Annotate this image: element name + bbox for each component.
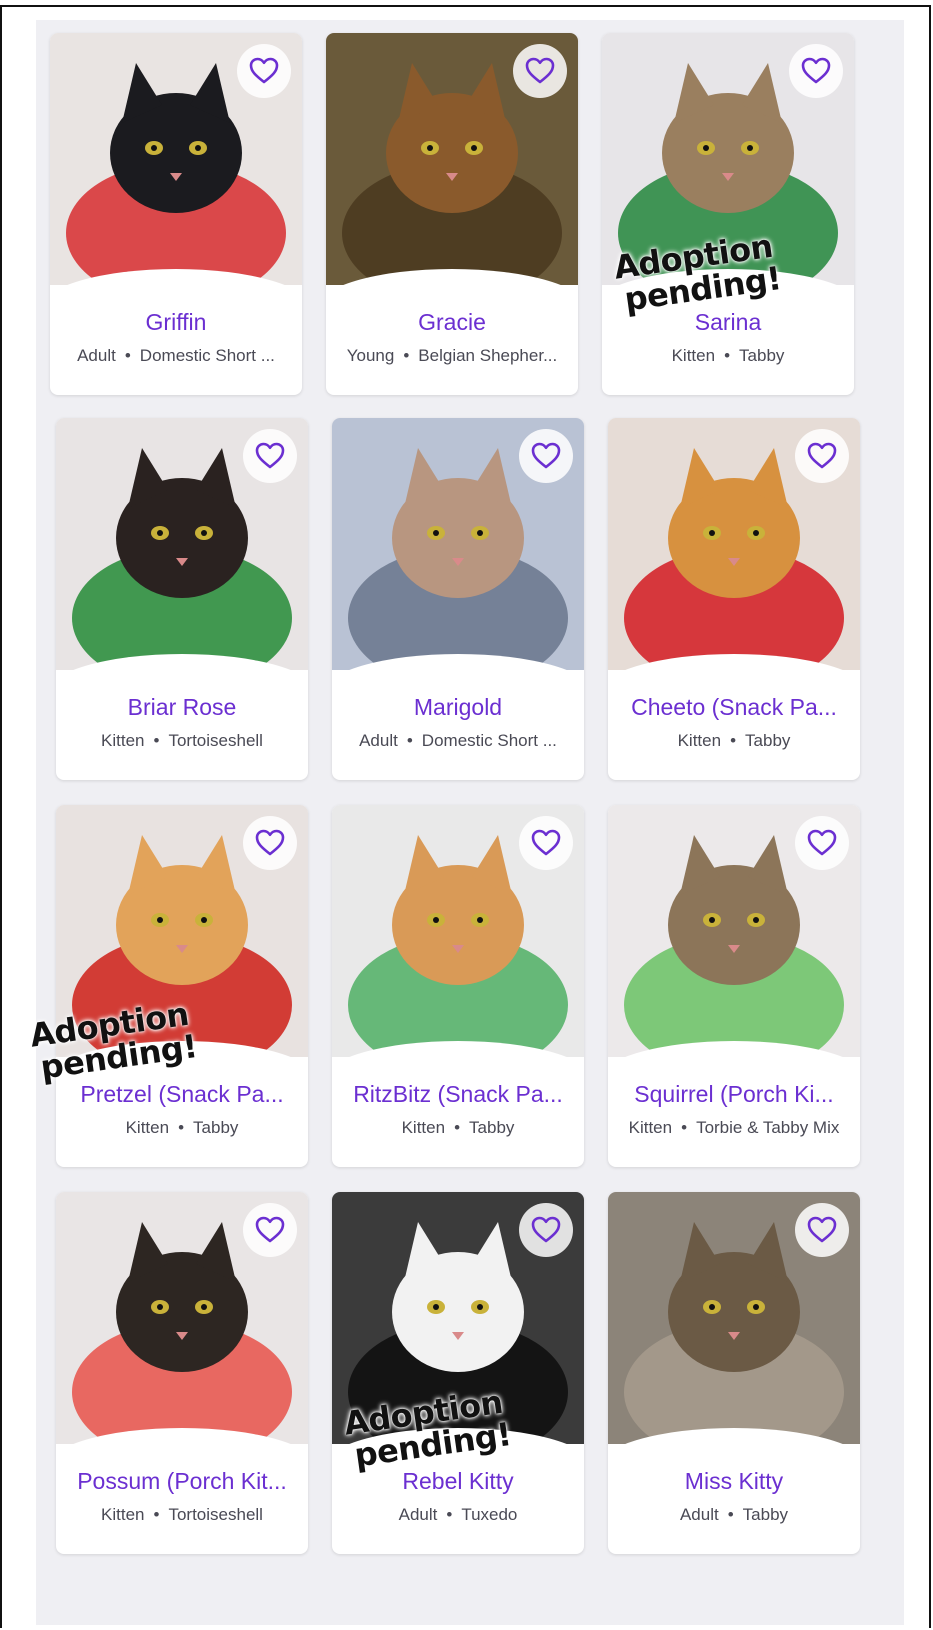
pet-name[interactable]: Possum (Porch Kit... — [64, 1468, 300, 1495]
heart-outline-icon — [531, 442, 561, 469]
pet-card[interactable]: Marigold Adult • Domestic Short ... — [332, 418, 584, 780]
favorite-button[interactable] — [243, 1203, 297, 1257]
separator-dot: • — [727, 1505, 734, 1524]
pet-card[interactable]: Briar Rose Kitten • Tortoiseshell — [56, 418, 308, 780]
separator-dot: • — [178, 1118, 185, 1137]
favorite-button[interactable] — [519, 1203, 573, 1257]
favorite-button[interactable] — [795, 429, 849, 483]
heart-outline-icon — [255, 1216, 285, 1243]
pet-age: Adult — [679, 1505, 719, 1524]
pet-breed: Tortoiseshell — [168, 1505, 263, 1524]
pet-meta: Young • Belgian Shepher... — [332, 346, 572, 366]
heart-outline-icon — [525, 57, 555, 84]
pet-age: Kitten — [628, 1118, 673, 1137]
pet-age: Kitten — [125, 1118, 170, 1137]
heart-outline-icon — [255, 442, 285, 469]
separator-dot: • — [446, 1505, 453, 1524]
pet-card[interactable]: Possum (Porch Kit... Kitten • Tortoiseshell — [56, 1192, 308, 1554]
pet-card[interactable]: Griffin Adult • Domestic Short ... — [50, 33, 302, 395]
pet-name[interactable]: Griffin — [58, 309, 294, 336]
pet-name[interactable]: Miss Kitty — [616, 1468, 852, 1495]
favorite-button[interactable] — [789, 44, 843, 98]
pet-card[interactable]: RitzBitz (Snack Pa... Kitten • Tabby — [332, 805, 584, 1167]
separator-dot: • — [730, 731, 737, 750]
pet-name[interactable]: Rebel Kitty — [340, 1468, 576, 1495]
pet-breed: Tabby — [742, 1505, 789, 1524]
pet-breed: Tabby — [745, 731, 791, 750]
pet-card[interactable]: Miss Kitty Adult • Tabby — [608, 1192, 860, 1554]
favorite-button[interactable] — [519, 429, 573, 483]
pet-name[interactable]: Pretzel (Snack Pa... — [64, 1081, 300, 1108]
pet-card[interactable]: Pretzel (Snack Pa... Kitten • Tabby — [56, 805, 308, 1167]
pet-meta: Kitten • Tabby — [338, 1118, 578, 1138]
pet-meta: Adult • Tabby — [614, 1505, 854, 1525]
pet-card[interactable]: Rebel Kitty Adult • Tuxedo — [332, 1192, 584, 1554]
favorite-button[interactable] — [237, 44, 291, 98]
pet-meta: Kitten • Tabby — [62, 1118, 302, 1138]
pet-meta: Kitten • Tortoiseshell — [62, 731, 302, 751]
pet-age: Adult — [398, 1505, 438, 1524]
pet-breed: Domestic Short ... — [139, 346, 275, 365]
heart-outline-icon — [807, 442, 837, 469]
pet-card[interactable]: Cheeto (Snack Pa... Kitten • Tabby — [608, 418, 860, 780]
pet-breed: Domestic Short ... — [421, 731, 557, 750]
pet-meta: Kitten • Torbie & Tabby Mix — [614, 1118, 854, 1138]
favorite-button[interactable] — [795, 816, 849, 870]
pet-name[interactable]: Gracie — [334, 309, 570, 336]
pet-name[interactable]: Briar Rose — [64, 694, 300, 721]
favorite-button[interactable] — [243, 429, 297, 483]
pet-age: Kitten — [101, 731, 145, 750]
pet-name[interactable]: Cheeto (Snack Pa... — [616, 694, 852, 721]
heart-outline-icon — [801, 57, 831, 84]
pet-breed: Tuxedo — [461, 1505, 518, 1524]
pet-meta: Adult • Tuxedo — [338, 1505, 578, 1525]
separator-dot: • — [406, 731, 413, 750]
pet-age: Adult — [77, 346, 116, 365]
heart-outline-icon — [249, 57, 279, 84]
favorite-button[interactable] — [243, 816, 297, 870]
pet-breed: Tabby — [739, 346, 785, 365]
pet-card[interactable]: Squirrel (Porch Ki... Kitten • Torbie & Tab… — [608, 805, 860, 1167]
pet-age: Kitten — [677, 731, 722, 750]
separator-dot: • — [153, 1505, 160, 1524]
pet-age: Kitten — [101, 1505, 145, 1524]
pet-breed: Belgian Shepher... — [418, 346, 558, 365]
pet-name[interactable]: Squirrel (Porch Ki... — [616, 1081, 852, 1108]
pet-breed: Tortoiseshell — [168, 731, 263, 750]
pet-meta: Kitten • Tabby — [608, 346, 848, 366]
pet-meta: Kitten • Tortoiseshell — [62, 1505, 302, 1525]
pet-breed: Torbie & Tabby Mix — [696, 1118, 840, 1137]
pet-age: Kitten — [671, 346, 716, 365]
favorite-button[interactable] — [795, 1203, 849, 1257]
favorite-button[interactable] — [519, 816, 573, 870]
favorite-button[interactable] — [513, 44, 567, 98]
pet-name[interactable]: Sarina — [610, 309, 846, 336]
pet-name[interactable]: Marigold — [340, 694, 576, 721]
heart-outline-icon — [807, 1216, 837, 1243]
pet-meta: Adult • Domestic Short ... — [56, 346, 296, 366]
heart-outline-icon — [255, 829, 285, 856]
separator-dot: • — [124, 346, 131, 365]
separator-dot: • — [403, 346, 410, 365]
heart-outline-icon — [807, 829, 837, 856]
pet-breed: Tabby — [193, 1118, 239, 1137]
pet-name[interactable]: RitzBitz (Snack Pa... — [340, 1081, 576, 1108]
heart-outline-icon — [531, 1216, 561, 1243]
pet-breed: Tabby — [469, 1118, 515, 1137]
separator-dot: • — [681, 1118, 688, 1137]
pet-age: Adult — [359, 731, 398, 750]
pet-age: Young — [346, 346, 395, 365]
pet-card[interactable]: Gracie Young • Belgian Shepher... — [326, 33, 578, 395]
pet-age: Kitten — [401, 1118, 446, 1137]
pet-card[interactable]: Sarina Kitten • Tabby — [602, 33, 854, 395]
separator-dot: • — [724, 346, 731, 365]
separator-dot: • — [153, 731, 160, 750]
heart-outline-icon — [531, 829, 561, 856]
pet-meta: Adult • Domestic Short ... — [338, 731, 578, 751]
separator-dot: • — [454, 1118, 461, 1137]
pet-meta: Kitten • Tabby — [614, 731, 854, 751]
